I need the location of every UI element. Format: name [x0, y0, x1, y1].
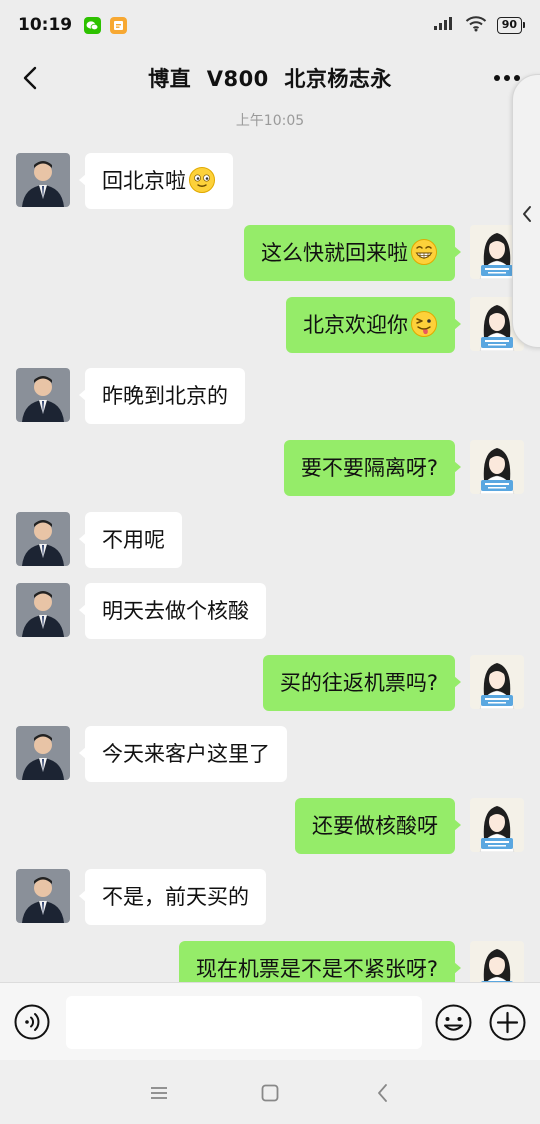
floating-side-tab[interactable] [512, 74, 540, 348]
message-bubble[interactable]: 北京欢迎你 [286, 297, 461, 353]
wink-tongue-emoji-icon [411, 311, 437, 337]
contact-avatar[interactable] [16, 869, 70, 923]
message-received: 不是，前天买的 [0, 869, 540, 925]
message-text: 不用呢 [102, 528, 165, 552]
my-avatar[interactable] [470, 655, 524, 709]
more-functions-button[interactable] [489, 1004, 526, 1041]
contact-avatar[interactable] [16, 512, 70, 566]
message-list[interactable]: 上午10:05 回北京啦 这么快就回来啦 北京欢迎你 昨晚到北京的 要不要隔离呀… [0, 0, 540, 982]
message-received: 明天去做个核酸 [0, 583, 540, 639]
emoji-icon [435, 1004, 472, 1041]
menu-icon [151, 1087, 167, 1099]
message-bubble[interactable]: 昨晚到北京的 [79, 368, 245, 424]
my-avatar[interactable] [470, 440, 524, 494]
my-avatar[interactable] [470, 941, 524, 982]
message-bubble[interactable]: 不是，前天买的 [79, 869, 266, 925]
message-sent: 买的往返机票吗? [0, 655, 540, 711]
message-sent: 北京欢迎你 [0, 297, 540, 353]
voice-button[interactable] [14, 1004, 50, 1040]
message-text: 买的往返机票吗? [279, 671, 438, 695]
message-received: 回北京啦 [0, 153, 540, 209]
message-text: 昨晚到北京的 [102, 384, 228, 408]
contact-avatar[interactable] [16, 583, 70, 637]
message-text: 要不要隔离呀? [300, 456, 438, 480]
message-text: 不是，前天买的 [102, 885, 249, 909]
message-bubble[interactable]: 现在机票是不是不紧张呀? [178, 941, 462, 982]
message-bubble[interactable]: 明天去做个核酸 [79, 583, 266, 639]
message-text: 明天去做个核酸 [102, 599, 249, 623]
message-sent: 要不要隔离呀? [0, 440, 540, 496]
input-bar [0, 982, 540, 1060]
contact-avatar[interactable] [16, 153, 70, 207]
message-text: 今天来客户这里了 [102, 742, 270, 766]
message-received: 今天来客户这里了 [0, 726, 540, 782]
voice-icon [14, 1004, 50, 1040]
message-bubble[interactable]: 还要做核酸呀 [295, 798, 461, 854]
contact-avatar[interactable] [16, 368, 70, 422]
message-timestamp: 上午10:05 [235, 113, 305, 129]
message-bubble[interactable]: 回北京啦 [79, 153, 233, 209]
plus-icon [489, 1004, 526, 1041]
message-sent: 还要做核酸呀 [0, 798, 540, 854]
system-nav-bar [0, 1060, 540, 1124]
menu-button[interactable] [148, 1082, 170, 1104]
emoji-button[interactable] [435, 1004, 472, 1041]
message-bubble[interactable]: 买的往返机票吗? [262, 655, 462, 711]
home-icon [261, 1084, 279, 1102]
message-received: 不用呢 [0, 512, 540, 568]
message-text: 北京欢迎你 [303, 313, 408, 337]
message-text: 现在机票是不是不紧张呀? [195, 957, 438, 981]
grin-emoji-icon [411, 239, 437, 265]
message-text: 这么快就回来啦 [261, 241, 408, 265]
message-received: 昨晚到北京的 [0, 368, 540, 424]
nav-back-button[interactable] [372, 1082, 394, 1104]
message-bubble[interactable]: 这么快就回来啦 [244, 225, 461, 281]
home-button[interactable] [259, 1082, 281, 1104]
message-text: 还要做核酸呀 [312, 814, 438, 838]
back-icon [378, 1084, 387, 1102]
message-input[interactable] [66, 996, 422, 1049]
message-sent: 这么快就回来啦 [0, 225, 540, 281]
my-avatar[interactable] [470, 798, 524, 852]
smile-emoji-icon [189, 167, 215, 193]
message-sent: 现在机票是不是不紧张呀? [0, 941, 540, 982]
message-bubble[interactable]: 不用呢 [79, 512, 182, 568]
message-bubble[interactable]: 要不要隔离呀? [283, 440, 462, 496]
contact-avatar[interactable] [16, 726, 70, 780]
message-text: 回北京啦 [102, 169, 186, 193]
message-bubble[interactable]: 今天来客户这里了 [79, 726, 287, 782]
chevron-left-icon [523, 206, 531, 222]
